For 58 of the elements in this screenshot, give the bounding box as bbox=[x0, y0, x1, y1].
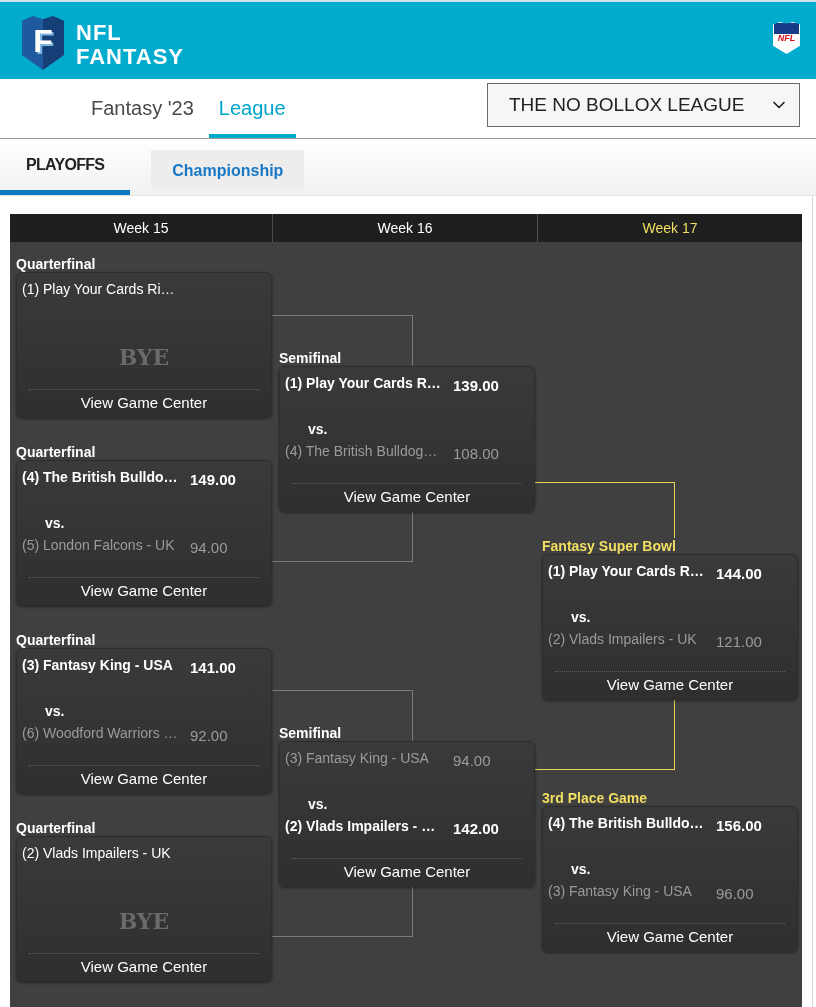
team-name: (3) Fantasy King - USA bbox=[22, 657, 174, 673]
round-title: Semifinal bbox=[279, 350, 342, 366]
view-game-center-link[interactable]: View Game Center bbox=[80, 582, 208, 600]
shield-logo: NFL bbox=[773, 22, 800, 54]
team-score: 144.00 bbox=[716, 564, 762, 582]
team-name: (3) Fantasy King - USA bbox=[548, 883, 693, 899]
round-title: Quarterfinal bbox=[16, 444, 96, 460]
logo-mark: F bbox=[22, 16, 64, 70]
team-name: (1) Play Your Cards Ri… bbox=[22, 281, 176, 297]
round-title: 3rd Place Game bbox=[542, 790, 648, 806]
team-score: 141.00 bbox=[190, 658, 236, 676]
team-score: 108.00 bbox=[453, 444, 499, 462]
week-label: Week 16 bbox=[272, 214, 537, 242]
round-title: Fantasy Super Bowl bbox=[542, 538, 676, 554]
round-title: Quarterfinal bbox=[16, 256, 96, 272]
view-game-center-link[interactable]: View Game Center bbox=[80, 958, 208, 976]
nav-tab[interactable]: Fantasy '23 bbox=[81, 79, 204, 138]
team-name: (6) Woodford Warriors … bbox=[22, 725, 179, 741]
week-label: Week 15 bbox=[112, 219, 170, 238]
team-score: 121.00 bbox=[716, 632, 762, 650]
round-title: Quarterfinal bbox=[16, 820, 96, 836]
team-score: 139.00 bbox=[453, 376, 499, 394]
team-name: (2) Vlads Impailers - UK bbox=[548, 631, 698, 647]
section-tab[interactable]: PLAYOFFS bbox=[0, 139, 131, 195]
brand-wordmark: NFL FANTASY bbox=[76, 21, 185, 69]
team-score: 96.00 bbox=[716, 884, 754, 902]
team-name: (1) Play Your Cards R… bbox=[548, 563, 705, 579]
vs-label: vs. bbox=[571, 861, 591, 877]
vs-label: vs. bbox=[45, 703, 65, 719]
team-name: (1) Play Your Cards R… bbox=[285, 375, 442, 391]
team-score: 92.00 bbox=[190, 726, 228, 744]
vs-label: vs. bbox=[308, 421, 328, 437]
view-game-center-link[interactable]: View Game Center bbox=[80, 770, 208, 788]
section-tab[interactable]: Championship bbox=[151, 150, 305, 189]
vs-label: vs. bbox=[45, 515, 65, 531]
team-name: (2) Vlads Impailers - … bbox=[285, 818, 437, 834]
vs-label: vs. bbox=[571, 609, 591, 625]
team-name: (4) The British Bulldo… bbox=[548, 815, 705, 831]
vs-label: vs. bbox=[308, 796, 328, 812]
team-score: 149.00 bbox=[190, 470, 236, 488]
team-score: 156.00 bbox=[716, 816, 762, 834]
view-game-center-link[interactable]: View Game Center bbox=[606, 676, 734, 694]
view-game-center-link[interactable]: View Game Center bbox=[343, 863, 471, 881]
team-name: (5) London Falcons - UK bbox=[22, 537, 176, 553]
week-label: Week 17 bbox=[537, 214, 802, 242]
league-dropdown[interactable]: THE NO BOLLOX LEAGUE bbox=[487, 83, 800, 127]
team-name: (2) Vlads Impailers - UK bbox=[22, 845, 172, 861]
team-name: (4) The British Bulldo… bbox=[22, 469, 179, 485]
view-game-center-link[interactable]: View Game Center bbox=[80, 394, 208, 412]
view-game-center-link[interactable]: View Game Center bbox=[343, 488, 471, 506]
team-score: 94.00 bbox=[190, 538, 228, 556]
team-score: 94.00 bbox=[453, 751, 491, 769]
team-score: 142.00 bbox=[453, 819, 499, 837]
team-name: (4) The British Bulldog… bbox=[285, 443, 439, 459]
round-title: Quarterfinal bbox=[16, 632, 96, 648]
view-game-center-link[interactable]: View Game Center bbox=[606, 928, 734, 946]
team-name: (3) Fantasy King - USA bbox=[285, 750, 430, 766]
round-title: Semifinal bbox=[279, 725, 342, 741]
